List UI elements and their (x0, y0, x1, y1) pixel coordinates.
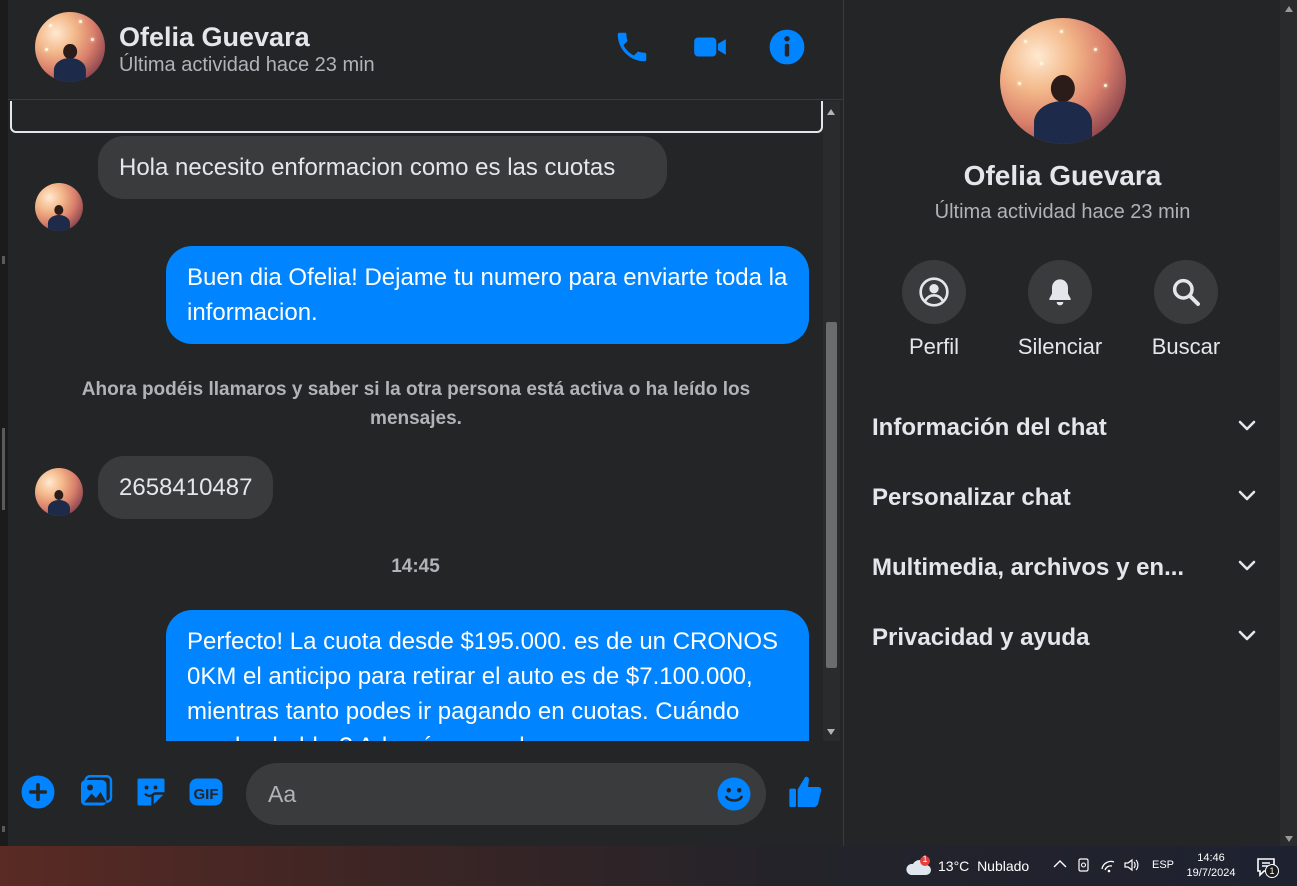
info-avatar[interactable] (1000, 18, 1126, 144)
gif-icon[interactable]: GIF (188, 774, 224, 810)
plus-icon[interactable] (20, 774, 56, 810)
system-clock[interactable]: 14:46 19/7/2024 (1180, 851, 1242, 881)
volume-icon[interactable] (1123, 857, 1141, 873)
chevron-down-icon (1238, 630, 1256, 641)
profile-label: Perfil (908, 334, 960, 359)
search-label: Buscar (1151, 334, 1221, 359)
wifi-icon[interactable] (1100, 857, 1118, 873)
weather-alert-count: 1 (922, 854, 928, 864)
section-title: Privacidad y ayuda (872, 624, 1090, 651)
mute-button[interactable]: Silenciar (1005, 260, 1115, 360)
conversation-pane: Ofelia Guevara Última actividad hace 23 … (8, 0, 843, 846)
image-icon[interactable] (78, 774, 114, 810)
bell-icon (1049, 279, 1071, 306)
message-avatar[interactable] (35, 183, 83, 231)
scroll-up-arrow[interactable] (827, 109, 835, 115)
phone-icon[interactable] (613, 28, 651, 66)
info-contact-name: Ofelia Guevara (963, 160, 1162, 191)
conversation-header: Ofelia Guevara Última actividad hace 23 … (8, 0, 843, 100)
scroll-down-arrow[interactable] (827, 729, 835, 735)
chevron-down-icon (1238, 420, 1256, 431)
section-chat-info[interactable]: Información del chat (872, 408, 1256, 448)
scroll-thumb[interactable] (826, 322, 837, 668)
message-bubble-outgoing[interactable]: Buen dia Ofelia! Dejame tu numero para e… (166, 246, 809, 344)
search-button[interactable]: Buscar (1131, 260, 1241, 360)
section-title: Multimedia, archivos y en... (872, 554, 1185, 581)
message-scrollbar[interactable] (823, 101, 840, 741)
search-icon (1172, 278, 1200, 306)
svg-text:GIF: GIF (194, 786, 219, 803)
chevron-up-icon[interactable] (1052, 857, 1068, 871)
weather-temp: 13°C Nublado (938, 858, 1030, 874)
message-bubble-incoming[interactable]: 2658410487 (98, 456, 274, 519)
emoji-icon[interactable] (716, 776, 752, 812)
video-camera-icon[interactable] (691, 28, 729, 66)
chevron-down-icon (1238, 560, 1256, 571)
contact-avatar[interactable] (35, 12, 105, 82)
thumbs-up-icon[interactable] (786, 772, 826, 812)
clock-time: 14:46 (1197, 852, 1225, 864)
info-contact-status: Última actividad hace 23 min (934, 201, 1191, 223)
message-bubble-outgoing[interactable]: Perfecto! La cuota desde $195.000. es de… (166, 610, 809, 741)
window-scroll-down[interactable] (1285, 836, 1293, 842)
message-input[interactable] (268, 763, 708, 825)
time-separator: 14:45 (391, 556, 440, 577)
windows-taskbar: 1 13°C Nublado ESP 14:46 19/7/2024 (0, 846, 1297, 886)
section-media-files[interactable]: Multimedia, archivos y en... (872, 548, 1256, 588)
notification-count: 1 (1265, 864, 1279, 878)
messenger-window: Ofelia Guevara Última actividad hace 23 … (0, 0, 1297, 846)
info-icon[interactable] (768, 28, 806, 66)
message-input-container[interactable] (246, 763, 766, 825)
section-title: Información del chat (872, 414, 1107, 441)
window-scrollbar[interactable] (1280, 0, 1297, 846)
section-privacy-help[interactable]: Privacidad y ayuda (872, 618, 1256, 658)
message-list[interactable]: Hola necesito enformacion como es las cu… (8, 101, 823, 741)
chat-info-pane: Ofelia Guevara Última actividad hace 23 … (843, 0, 1280, 846)
language-indicator[interactable]: ESP (1152, 859, 1174, 871)
contact-status: Última actividad hace 23 min (119, 54, 375, 76)
message-bubble-incoming[interactable]: Hola necesito enformacion como es las cu… (98, 136, 667, 199)
profile-icon (919, 277, 949, 307)
system-notice: Ahora podéis llamaros y saber si la otra… (81, 379, 751, 429)
profile-button[interactable]: Perfil (879, 260, 989, 360)
section-customize-chat[interactable]: Personalizar chat (872, 478, 1256, 518)
sticker-icon[interactable] (133, 774, 169, 810)
message-avatar[interactable] (35, 468, 83, 516)
mute-label: Silenciar (1017, 334, 1103, 359)
clock-date: 19/7/2024 (1186, 867, 1236, 879)
contact-name[interactable]: Ofelia Guevara (119, 22, 310, 53)
previous-message-frame (10, 101, 823, 133)
chevron-down-icon (1238, 490, 1256, 501)
message-composer: GIF (8, 741, 843, 846)
left-window-edge (0, 0, 8, 846)
weather-widget[interactable]: 1 13°C Nublado (904, 854, 1034, 878)
window-scroll-up[interactable] (1285, 6, 1293, 12)
device-icon[interactable] (1077, 857, 1091, 873)
section-title: Personalizar chat (872, 484, 1071, 511)
